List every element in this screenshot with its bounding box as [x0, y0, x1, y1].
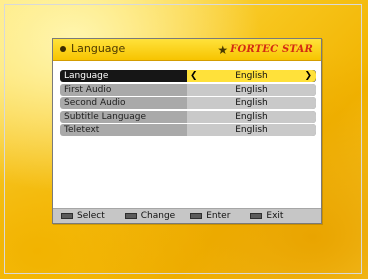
- arrow-right-icon[interactable]: ❯: [304, 70, 312, 82]
- setting-label: Second Audio: [64, 98, 126, 108]
- hint-select-label: Select: [77, 211, 105, 221]
- language-menu-panel: Language ★ FORTEC STAR Language ❮ Englis…: [52, 38, 322, 224]
- header-bullet-icon: [60, 46, 66, 52]
- leftright-key-icon: [124, 213, 137, 219]
- setting-value-selector[interactable]: English: [187, 124, 316, 136]
- brand-logo: ★ FORTEC STAR: [217, 42, 313, 57]
- setting-label: Subtitle Language: [64, 111, 147, 122]
- setting-value-selector[interactable]: English: [187, 110, 316, 123]
- setting-value: English: [235, 125, 268, 135]
- hint-change: Change: [124, 211, 176, 221]
- setting-value-selector[interactable]: English: [187, 97, 316, 109]
- setting-label: Teletext: [64, 125, 100, 135]
- hint-change-label: Change: [140, 211, 176, 221]
- key-hint-bar: Select Change Enter Exit: [53, 208, 321, 223]
- setting-value: English: [235, 98, 268, 108]
- menu-header: Language ★ FORTEC STAR: [53, 39, 321, 61]
- setting-label: First Audio: [64, 84, 112, 95]
- updown-key-icon: [61, 213, 73, 219]
- setting-value: English: [235, 111, 268, 122]
- exit-key-icon: [250, 213, 263, 219]
- setting-row-language[interactable]: Language ❮ English ❯: [60, 70, 316, 82]
- page-title: Language: [71, 42, 126, 55]
- setting-row-subtitle-language[interactable]: Subtitle Language English: [60, 110, 316, 123]
- brand-name: FORTEC STAR: [230, 44, 313, 55]
- setting-row-second-audio[interactable]: Second Audio English: [60, 97, 316, 109]
- hint-enter-label: Enter: [206, 211, 231, 221]
- hint-exit-label: Exit: [266, 211, 284, 221]
- setting-row-first-audio[interactable]: First Audio English: [60, 83, 316, 96]
- ok-key-icon: [190, 213, 203, 219]
- setting-label: Language: [64, 71, 109, 81]
- setting-value: English: [235, 71, 268, 81]
- settings-list: Language ❮ English ❯ First Audio English…: [60, 70, 316, 138]
- setting-value-selector[interactable]: ❮ English ❯: [187, 70, 316, 82]
- hint-select: Select: [61, 211, 105, 221]
- star-icon: ★: [217, 42, 229, 57]
- setting-value: English: [235, 84, 268, 95]
- hint-exit: Exit: [250, 211, 283, 221]
- setting-value-selector[interactable]: English: [187, 83, 316, 96]
- setting-row-teletext[interactable]: Teletext English: [60, 124, 316, 136]
- hint-enter: Enter: [190, 211, 230, 221]
